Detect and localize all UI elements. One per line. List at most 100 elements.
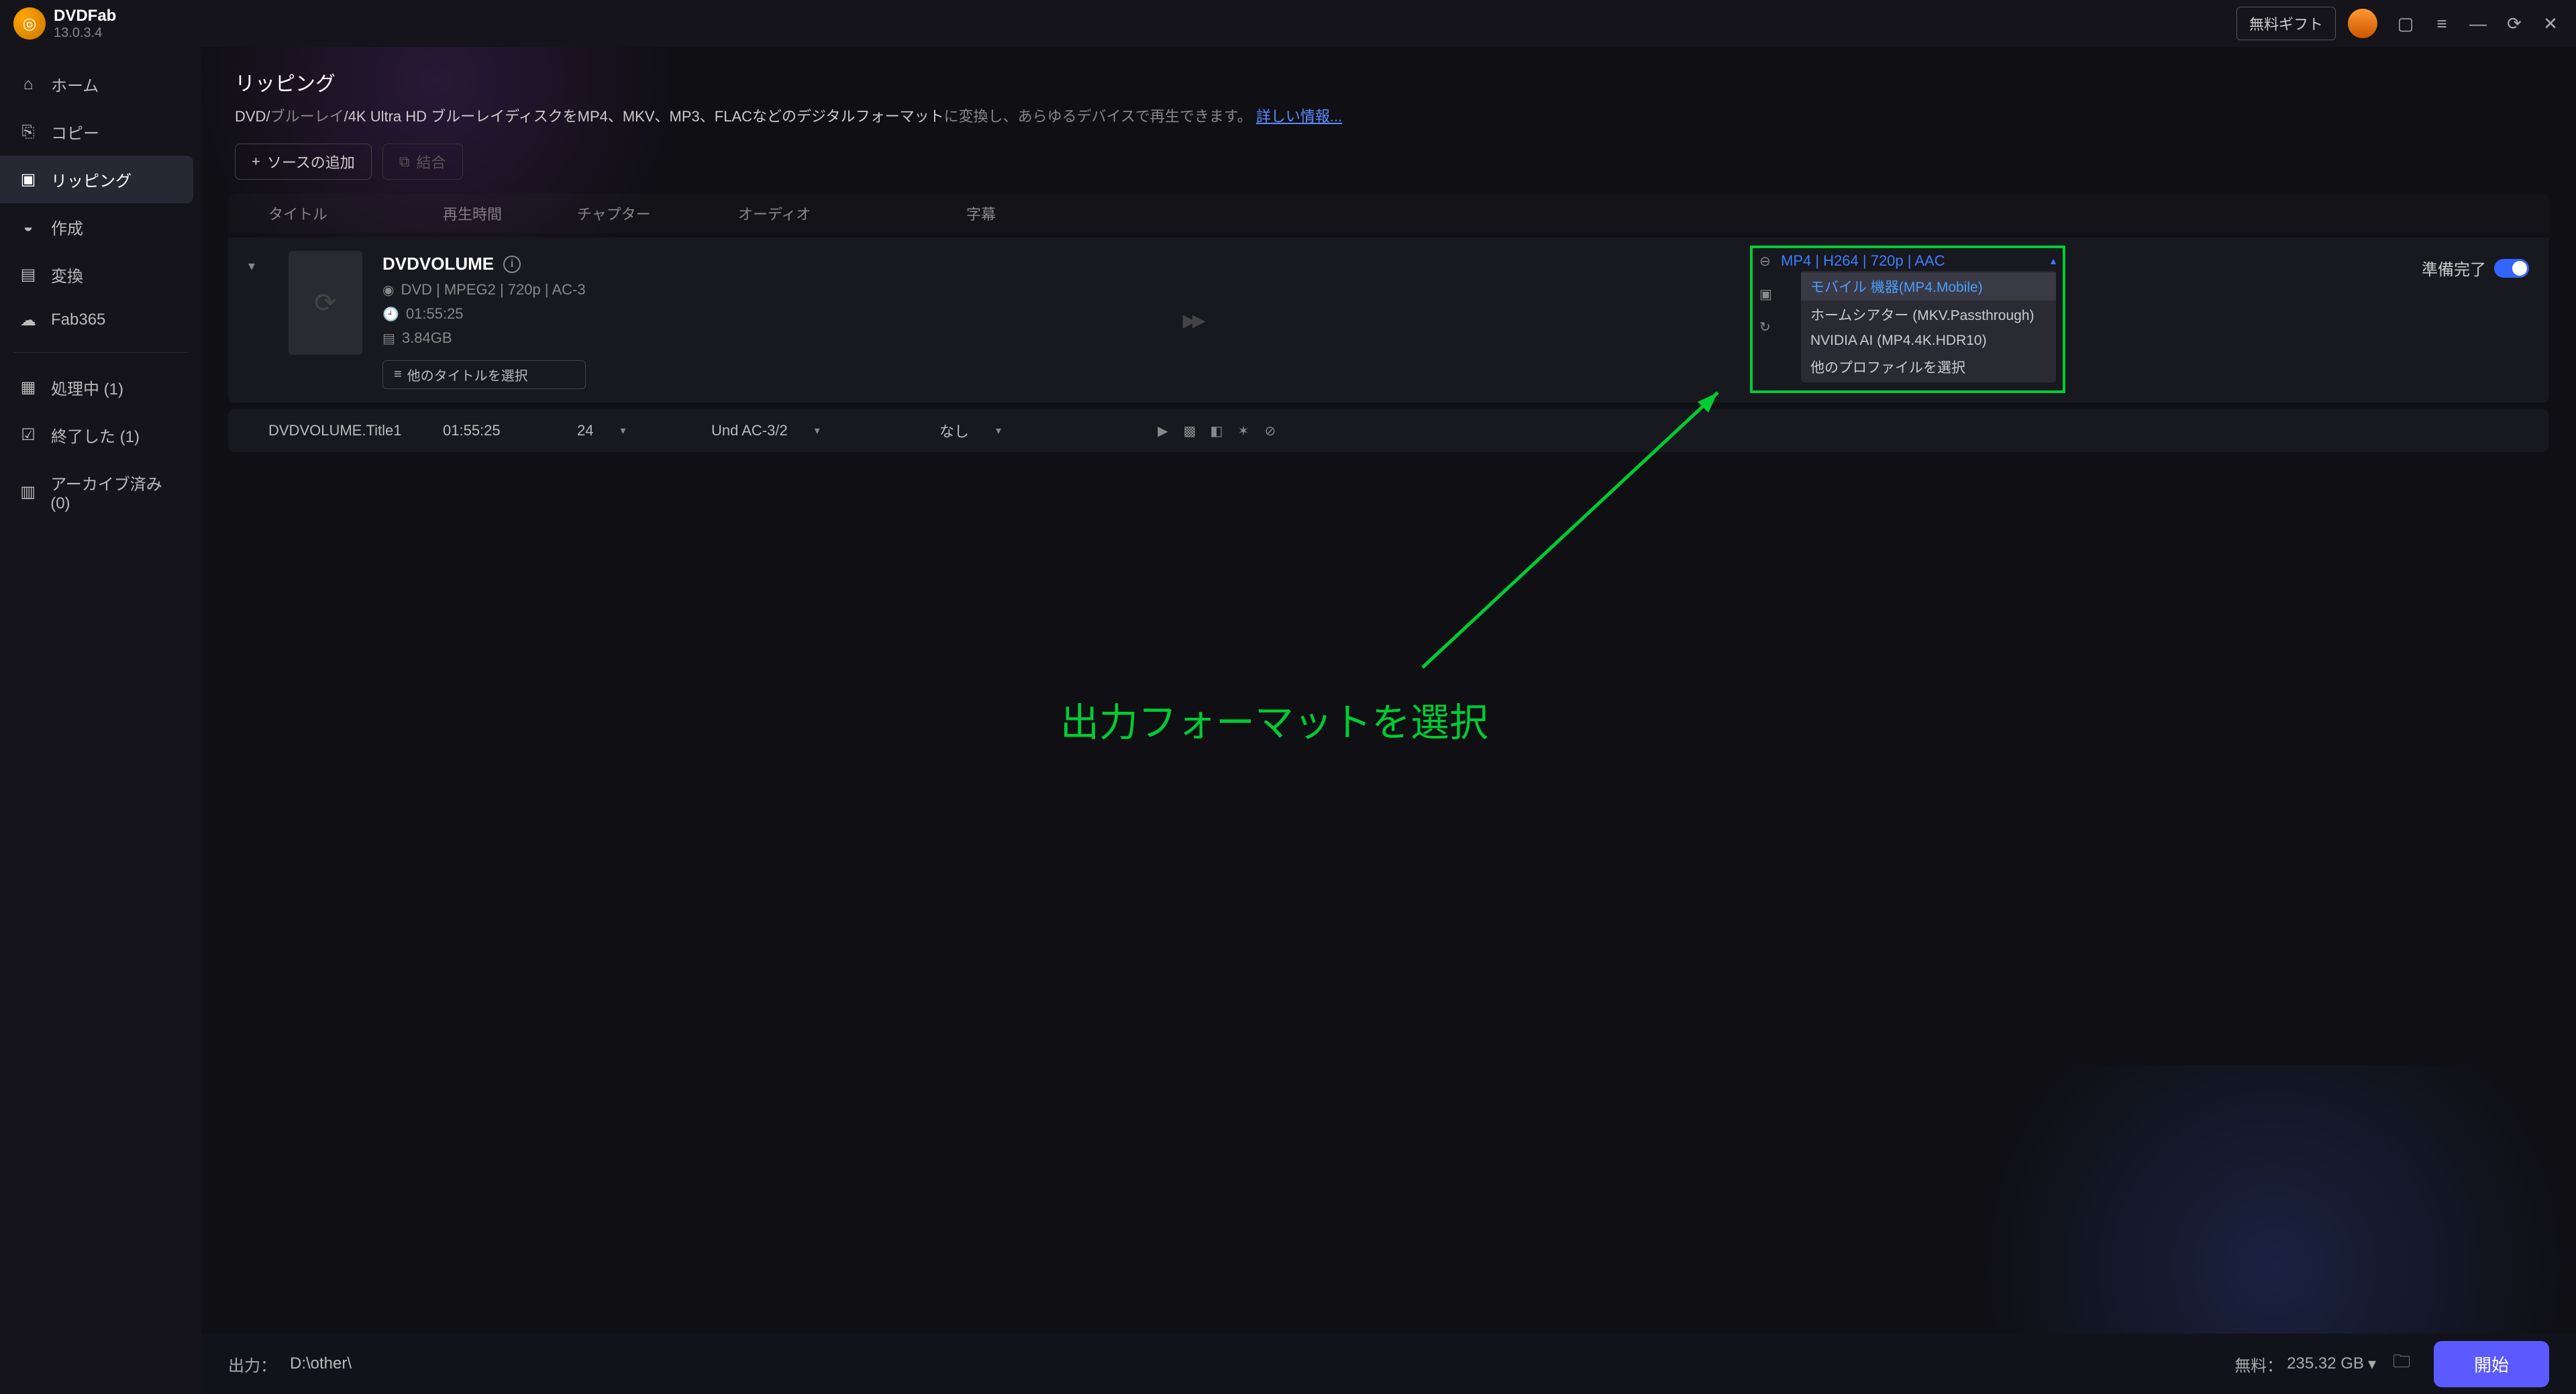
- preview-icon[interactable]: ✶: [1235, 422, 1252, 439]
- col-audio: オーディオ: [738, 203, 966, 224]
- sidebar-item-finished[interactable]: ☑ 終了した (1): [0, 411, 201, 459]
- finished-icon: ☑: [19, 426, 38, 445]
- other-titles-button[interactable]: ≡他のタイトルを選択: [382, 360, 586, 389]
- create-icon: ◒: [19, 218, 38, 237]
- disc-size: 3.84GB: [402, 329, 452, 347]
- start-button[interactable]: 開始: [2434, 1341, 2549, 1387]
- output-path[interactable]: D:\other\: [290, 1354, 352, 1373]
- output-icon: ⊖: [1759, 253, 1774, 270]
- chevron-up-icon[interactable]: ▴: [2051, 254, 2056, 268]
- disc-name: DVDVOLUME: [382, 254, 494, 274]
- sidebar-item-label: コピー: [51, 120, 99, 144]
- chapter-dropdown[interactable]: ▾: [620, 424, 625, 437]
- format-option-other[interactable]: 他のプロファイルを選択: [1801, 353, 2056, 381]
- avatar[interactable]: [2348, 9, 2377, 38]
- table-header: タイトル 再生時間 チャプター オーディオ 字幕: [228, 193, 2549, 233]
- app-logo: ◎ DVDFab 13.0.3.4: [13, 7, 116, 41]
- page-description: DVD/ブルーレイ/4K Ultra HD ブルーレイディスクをMP4、MKV、…: [235, 105, 2542, 126]
- message-icon[interactable]: ▢: [2393, 11, 2418, 36]
- app-version: 13.0.3.4: [54, 25, 116, 41]
- info-icon[interactable]: i: [503, 256, 521, 273]
- plus-icon: +: [252, 153, 260, 170]
- play-icon[interactable]: ▶: [1154, 422, 1172, 439]
- annotation-label: 出力フォーマットを選択: [1060, 691, 1488, 747]
- format-dropdown[interactable]: MP4 | H264 | 720p | AAC: [1781, 252, 2044, 270]
- free-gift-button[interactable]: 無料ギフト: [2236, 7, 2336, 40]
- cloud-icon: ☁: [19, 311, 38, 329]
- col-subtitle: 字幕: [966, 203, 1168, 224]
- merge-button: ⧉結合: [382, 144, 463, 180]
- col-chapter: チャプター: [577, 203, 738, 224]
- sidebar-item-label: Fab365: [51, 311, 105, 329]
- convert-icon: ▤: [19, 266, 38, 284]
- sidebar-item-label: リッピング: [51, 168, 132, 191]
- folder-icon[interactable]: 🗀: [2388, 1350, 2415, 1377]
- refresh-icon[interactable]: ⟳: [2502, 11, 2526, 36]
- sidebar-item-archived[interactable]: ▥ アーカイブ済み (0): [0, 459, 201, 525]
- audio-dropdown[interactable]: ▾: [815, 424, 820, 437]
- collapse-icon[interactable]: ▾: [248, 251, 268, 389]
- ready-toggle[interactable]: [2494, 259, 2529, 278]
- output-label: 出力：: [228, 1352, 276, 1376]
- sidebar-item-ripping[interactable]: ▣ リッピング: [0, 156, 193, 203]
- add-source-button[interactable]: +ソースの追加: [235, 144, 372, 180]
- settings-icon[interactable]: ◧: [1208, 422, 1225, 439]
- sidebar: ⌂ホーム ⎘ コピー ▣ リッピング ◒ 作成 ▤ 変換 ☁ Fab365 ▦ 処理中 (1…: [0, 47, 201, 1394]
- chevron-down-icon: ▾: [2368, 1354, 2376, 1374]
- app-logo-icon: ◎: [13, 7, 46, 40]
- forward-icon: ▸▸: [1183, 251, 1202, 389]
- col-duration: 再生時間: [443, 203, 577, 224]
- ripping-icon: ▣: [19, 170, 38, 189]
- ready-status: 準備完了: [2422, 256, 2529, 280]
- disc-icon: ◉: [382, 282, 394, 299]
- sidebar-item-convert[interactable]: ▤ 変換: [0, 251, 201, 299]
- refresh-small-icon: ↻: [1759, 319, 1774, 335]
- close-icon[interactable]: ✕: [2538, 11, 2563, 36]
- minimize-icon[interactable]: —: [2466, 11, 2490, 36]
- list-icon: ≡: [394, 367, 402, 382]
- storage-icon: ▣: [1759, 286, 1774, 303]
- processing-icon: ▦: [19, 378, 38, 397]
- sidebar-item-label: 変換: [51, 263, 83, 286]
- disc-duration: 01:55:25: [406, 305, 464, 323]
- subtitle-dropdown[interactable]: ▾: [996, 424, 1001, 437]
- format-option-mobile[interactable]: モバイル 機器(MP4.Mobile): [1801, 272, 2056, 301]
- clock-icon: 🕘: [382, 306, 399, 323]
- sidebar-item-fab365[interactable]: ☁ Fab365: [0, 299, 201, 341]
- sidebar-item-label: 処理中 (1): [51, 376, 123, 399]
- sidebar-item-copy[interactable]: ⎘ コピー: [0, 108, 201, 156]
- sidebar-item-create[interactable]: ◒ 作成: [0, 203, 201, 251]
- main: リッピング DVD/ブルーレイ/4K Ultra HD ブルーレイディスクをMP…: [201, 47, 2576, 1334]
- format-option-hometheater[interactable]: ホームシアター (MKV.Passthrough): [1801, 301, 2056, 329]
- format-option-nvidiaai[interactable]: NVIDIA AI (MP4.4K.HDR10): [1801, 329, 2056, 353]
- disc-card: ▾ ⟳ DVDVOLUME i ◉ DVD | MPEG2 | 720p | AC…: [228, 237, 2549, 403]
- format-dropdown-menu: モバイル 機器(MP4.Mobile) ホームシアター (MKV.Passthr…: [1801, 271, 2056, 382]
- delete-icon[interactable]: ⊘: [1261, 422, 1279, 439]
- disc-meta: DVD | MPEG2 | 720p | AC-3: [401, 281, 585, 299]
- menu-icon[interactable]: ≡: [2430, 11, 2454, 36]
- edit-icon[interactable]: ▩: [1181, 422, 1198, 439]
- copy-icon: ⎘: [19, 123, 38, 142]
- sidebar-item-home[interactable]: ⌂ホーム: [0, 60, 201, 108]
- size-icon: ▤: [382, 330, 395, 347]
- sidebar-item-label: 作成: [51, 215, 83, 239]
- track-title: DVDVOLUME.Title1: [268, 422, 443, 439]
- col-title: タイトル: [268, 203, 443, 224]
- sidebar-item-label: 終了した (1): [51, 423, 140, 447]
- track-row: DVDVOLUME.Title1 01:55:25 24 ▾ Und AC-3/…: [228, 409, 2549, 452]
- archive-icon: ▥: [19, 483, 37, 502]
- track-audio: Und AC-3/2: [711, 422, 788, 439]
- more-info-link[interactable]: 詳しい情報...: [1256, 108, 1342, 125]
- track-duration: 01:55:25: [443, 422, 577, 439]
- page-title: リッピング: [235, 67, 2542, 97]
- track-subtitle: なし: [939, 420, 969, 441]
- merge-icon: ⧉: [399, 153, 410, 170]
- sidebar-item-label: アーカイブ済み (0): [50, 471, 183, 513]
- free-space[interactable]: 無料：235.32 GB ▾: [2234, 1352, 2376, 1376]
- app-name: DVDFab: [54, 7, 116, 25]
- format-panel: ⊖ MP4 | H264 | 720p | AAC ▴ ↻ モバイル 機器(MP…: [1750, 246, 2065, 393]
- titlebar: ◎ DVDFab 13.0.3.4 無料ギフト ▢ ≡ — ⟳ ✕: [0, 0, 2576, 47]
- disc-thumbnail: ⟳: [289, 251, 362, 355]
- sidebar-item-processing[interactable]: ▦ 処理中 (1): [0, 364, 201, 411]
- sidebar-item-label: ホーム: [51, 72, 99, 96]
